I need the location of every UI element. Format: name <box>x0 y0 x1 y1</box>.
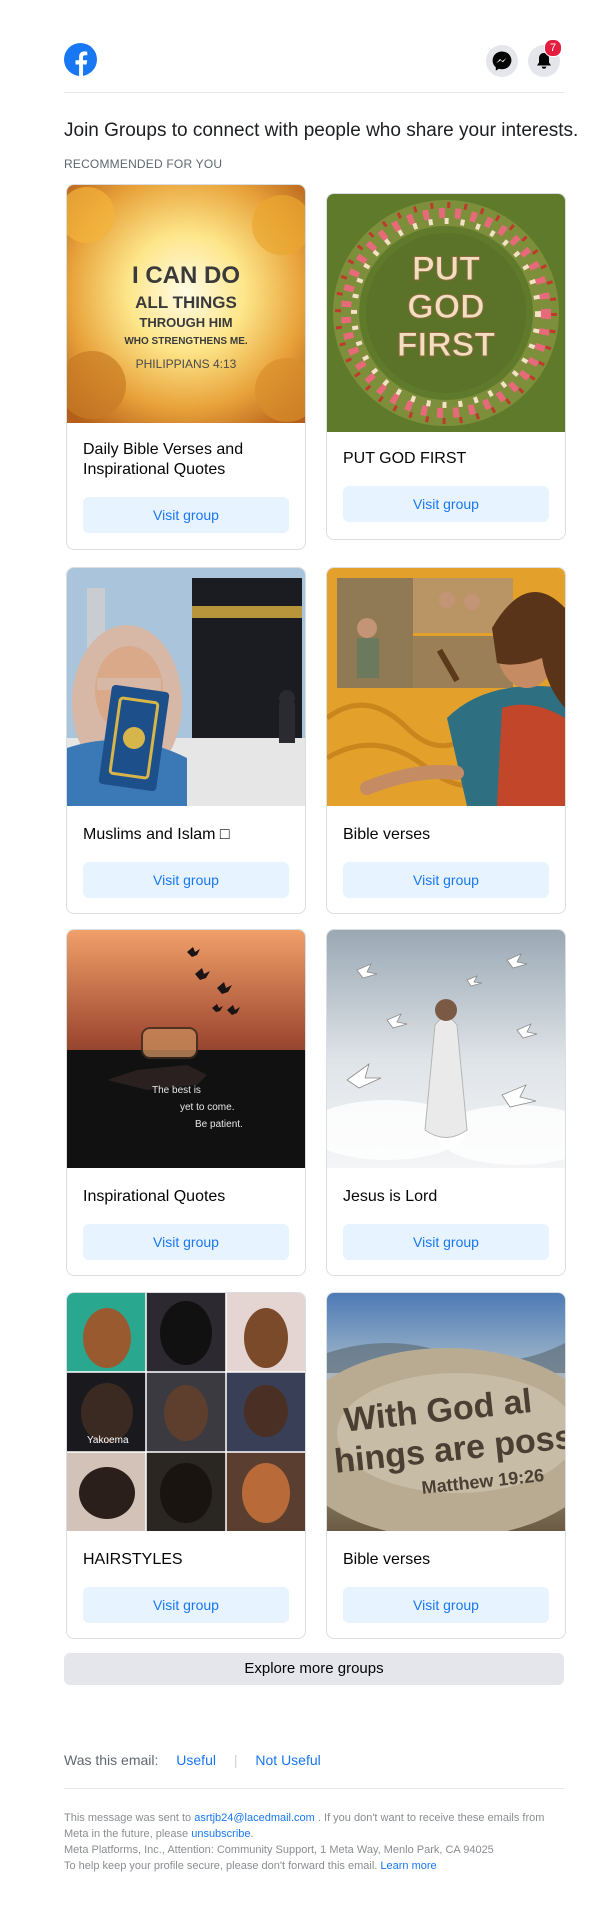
group-card[interactable]: With God al hings are poss Matthew 19:26… <box>326 1292 566 1639</box>
group-cover-image[interactable] <box>67 568 305 806</box>
recipient-email-link[interactable]: asrtjb24@lacedmail.com <box>194 1812 315 1824</box>
email-header: 7 <box>64 39 564 93</box>
group-name[interactable]: Daily Bible Verses and Inspirational Quo… <box>83 440 291 480</box>
group-name[interactable]: Muslims and Islam □ <box>83 825 291 845</box>
useful-link[interactable]: Useful <box>176 1752 216 1768</box>
notifications-bell-icon[interactable]: 7 <box>528 39 562 77</box>
explore-more-groups-button[interactable]: Explore more groups <box>64 1653 564 1685</box>
group-cover-image[interactable] <box>327 930 565 1168</box>
group-card[interactable]: Jesus is Lord Visit group <box>326 929 566 1276</box>
intro-text: Join Groups to connect with people who s… <box>64 120 579 141</box>
visit-group-button[interactable]: Visit group <box>343 1224 549 1260</box>
section-label: RECOMMENDED FOR YOU <box>64 157 223 171</box>
email-feedback: Was this email: Useful | Not Useful <box>64 1752 321 1768</box>
group-name[interactable]: Jesus is Lord <box>343 1187 551 1207</box>
footer-line-recipient: This message was sent to asrtjb24@lacedm… <box>64 1810 564 1842</box>
visit-group-button[interactable]: Visit group <box>83 1587 289 1623</box>
verse-line: ALL THINGS <box>135 293 237 312</box>
group-card[interactable]: PUT GOD FIRST PUT GOD FIRST Visit group <box>326 193 566 540</box>
group-card[interactable]: The best is yet to come. Be patient. Ins… <box>66 929 306 1276</box>
footer-text: . <box>250 1828 254 1840</box>
group-name[interactable]: Inspirational Quotes <box>83 1187 291 1207</box>
group-cover-image[interactable]: I CAN DO ALL THINGS THROUGH HIM WHO STRE… <box>67 185 305 423</box>
image-text: PUT <box>412 250 480 288</box>
footer-divider <box>64 1788 564 1789</box>
footer-address: Meta Platforms, Inc., Attention: Communi… <box>64 1844 494 1856</box>
visit-group-button[interactable]: Visit group <box>83 862 289 898</box>
email-footer: This message was sent to asrtjb24@lacedm… <box>64 1810 564 1874</box>
image-text: GOD <box>407 288 484 326</box>
footer-text: This message was sent to <box>64 1812 192 1824</box>
group-card[interactable]: Bible verses Visit group <box>326 567 566 914</box>
image-text: yet to come. <box>180 1102 234 1113</box>
verse-line: I CAN DO <box>132 262 240 289</box>
messenger-icon[interactable] <box>486 45 518 77</box>
group-card[interactable]: I CAN DO ALL THINGS THROUGH HIM WHO STRE… <box>66 184 306 550</box>
group-cover-image[interactable]: With God al hings are poss Matthew 19:26 <box>327 1293 565 1531</box>
footer-text: To help keep your profile secure, please… <box>64 1860 378 1872</box>
verse-line: WHO STRENGTHENS ME. <box>124 336 248 347</box>
image-text: Be patient. <box>195 1119 243 1130</box>
group-name[interactable]: Bible verses <box>343 825 551 845</box>
group-name[interactable]: PUT GOD FIRST <box>343 449 551 469</box>
image-text: FIRST <box>397 326 495 364</box>
group-cover-image[interactable]: Yakoema <box>67 1293 305 1531</box>
unsubscribe-link[interactable]: unsubscribe <box>191 1828 250 1840</box>
feedback-separator: | <box>233 1752 238 1768</box>
footer-line-security: To help keep your profile secure, please… <box>64 1858 564 1874</box>
group-name[interactable]: Bible verses <box>343 1550 551 1570</box>
visit-group-button[interactable]: Visit group <box>83 497 289 533</box>
group-name[interactable]: HAIRSTYLES <box>83 1550 291 1570</box>
image-text: The best is <box>152 1085 201 1096</box>
visit-group-button[interactable]: Visit group <box>83 1224 289 1260</box>
group-cover-image[interactable] <box>327 568 565 806</box>
verse-reference: PHILIPPIANS 4:13 <box>136 357 237 371</box>
group-cover-image[interactable]: PUT GOD FIRST <box>327 194 565 432</box>
visit-group-button[interactable]: Visit group <box>343 486 549 522</box>
image-watermark: Yakoema <box>87 1435 129 1446</box>
notification-count-badge: 7 <box>544 39 562 57</box>
visit-group-button[interactable]: Visit group <box>343 862 549 898</box>
facebook-logo-icon[interactable] <box>64 43 97 76</box>
learn-more-link[interactable]: Learn more <box>380 1860 436 1872</box>
group-cover-image[interactable]: The best is yet to come. Be patient. <box>67 930 305 1168</box>
not-useful-link[interactable]: Not Useful <box>255 1752 320 1768</box>
group-card[interactable]: Muslims and Islam □ Visit group <box>66 567 306 914</box>
verse-line: THROUGH HIM <box>139 315 232 330</box>
visit-group-button[interactable]: Visit group <box>343 1587 549 1623</box>
feedback-question: Was this email: <box>64 1752 159 1768</box>
group-card[interactable]: Yakoema HAIRSTYLES Visit group <box>66 1292 306 1639</box>
